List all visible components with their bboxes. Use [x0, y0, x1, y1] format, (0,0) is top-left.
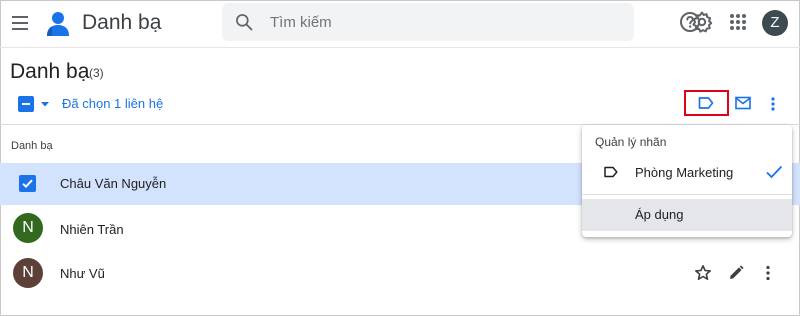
more-options-icon[interactable] [769, 96, 777, 112]
apply-button-label: Áp dụng [635, 207, 684, 222]
contact-count: (3) [89, 66, 104, 80]
label-option-marketing[interactable]: Phòng Marketing [582, 158, 792, 188]
search-icon[interactable] [234, 12, 254, 32]
checkmark-icon [22, 179, 33, 189]
apps-grid-icon[interactable] [726, 10, 750, 34]
contact-checkbox[interactable] [19, 175, 36, 192]
contact-name: Nhiên Trần [60, 222, 124, 237]
manage-labels-popup: Quản lý nhãn Phòng Marketing Áp dụng [582, 125, 792, 237]
check-icon [766, 165, 783, 179]
search-box[interactable] [222, 3, 634, 41]
search-input[interactable] [270, 3, 620, 41]
label-icon [698, 97, 714, 109]
label-icon [604, 166, 618, 178]
contact-avatar: N [13, 258, 43, 288]
page-title: Danh bạ [10, 60, 90, 83]
edit-pencil-icon[interactable] [727, 264, 745, 282]
row-more-options-icon[interactable] [759, 264, 777, 282]
send-email-icon[interactable] [735, 96, 751, 110]
app-title: Danh bạ [82, 11, 162, 34]
contact-row[interactable]: N Như Vũ [0, 251, 800, 293]
label-name: Phòng Marketing [635, 165, 734, 180]
apply-button[interactable]: Áp dụng [582, 199, 792, 231]
list-header: Danh bạ [11, 140, 53, 152]
contacts-logo-icon [47, 12, 69, 36]
account-avatar[interactable]: Z [762, 10, 788, 36]
app-header: Danh bạ Z [0, 0, 800, 48]
manage-labels-button[interactable] [684, 90, 729, 116]
popup-divider [582, 194, 792, 195]
selection-count-text[interactable]: Đã chọn 1 liên hệ [62, 96, 163, 111]
contact-name: Châu Văn Nguyễn [60, 176, 167, 191]
star-icon[interactable] [694, 264, 712, 282]
contact-avatar: N [13, 213, 43, 243]
gear-icon[interactable] [690, 10, 714, 34]
select-all-checkbox[interactable] [18, 96, 34, 112]
caret-down-icon[interactable] [40, 99, 50, 109]
popup-title: Quản lý nhãn [595, 135, 667, 149]
main-menu-icon[interactable] [10, 13, 30, 33]
contact-name: Như Vũ [60, 266, 105, 281]
